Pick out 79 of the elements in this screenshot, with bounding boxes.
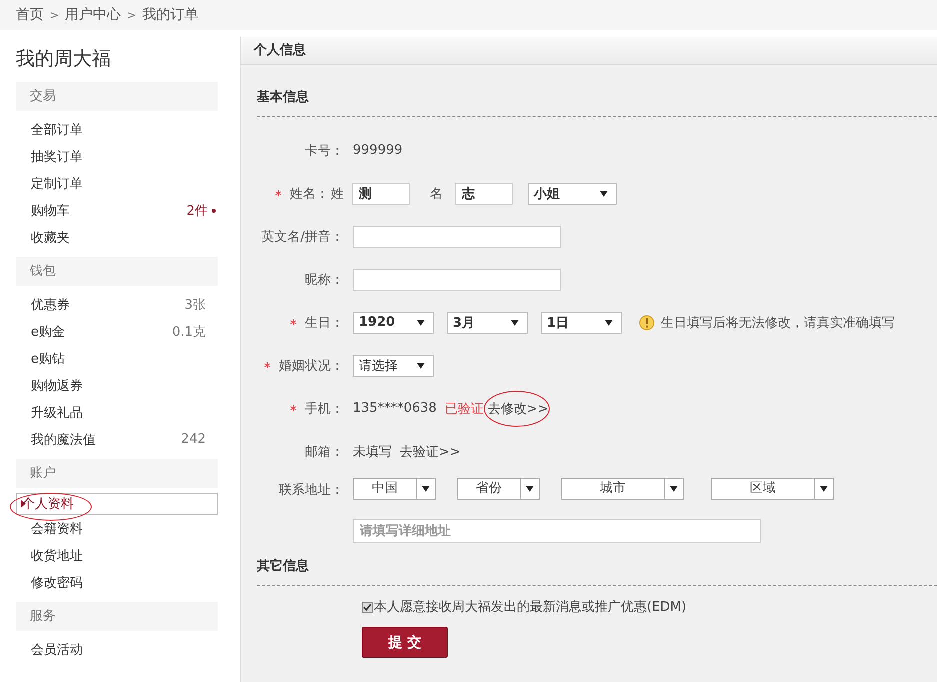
alert-dot-icon — [212, 208, 216, 212]
verify-link[interactable]: 去验证>> — [400, 442, 461, 460]
item-count: 242 — [181, 432, 206, 447]
item-count: 3张 — [184, 296, 206, 314]
breadcrumb-separator: > — [127, 8, 136, 22]
section-heading: 其它信息 — [257, 559, 937, 586]
field-label: 卡号： — [305, 142, 344, 160]
marital-status-select[interactable]: 请选择 — [353, 354, 434, 376]
surname-label: 姓 — [331, 186, 344, 202]
submit-button[interactable]: 提 交 — [362, 627, 448, 658]
item-count: 0.1克 — [172, 324, 206, 340]
change-link[interactable]: 去修改>> — [488, 402, 549, 416]
date-select[interactable]: 3月 — [447, 312, 528, 334]
caret-icon — [417, 320, 425, 326]
breadcrumb-link[interactable]: 用户中心 — [65, 6, 122, 24]
warning-text: 生日填写后将无法修改，请真实准确填写 — [661, 314, 895, 332]
sidebar-item[interactable]: 定制订单 — [16, 170, 218, 197]
caret-icon — [605, 320, 613, 326]
caret-icon — [526, 486, 534, 492]
sidebar-item[interactable]: e购钻 — [16, 345, 218, 372]
breadcrumb-separator: > — [50, 8, 60, 22]
caret-icon — [422, 486, 430, 492]
sidebar-item[interactable]: 抽奖订单 — [16, 143, 218, 170]
sidebar-item[interactable]: 收货地址 — [16, 542, 218, 569]
card-number: 999999 — [353, 143, 403, 158]
selected-triangle-icon — [21, 500, 26, 508]
sidebar-item[interactable]: 升级礼品 — [16, 399, 218, 426]
sidebar-item[interactable]: e购金 0.1克 — [16, 318, 218, 345]
field-label: 姓名： — [290, 186, 329, 202]
caret-icon — [511, 320, 519, 326]
sidebar-group-heading: 钱包 — [16, 257, 218, 286]
sidebar-item[interactable]: 优惠券 3张 — [16, 291, 218, 318]
caret-icon — [417, 362, 425, 368]
section-heading: 基本信息 — [257, 90, 937, 117]
field-label: 英文名/拼音： — [262, 228, 344, 246]
sidebar-group-heading: 交易 — [16, 82, 218, 111]
date-select[interactable]: 1920 — [353, 312, 434, 334]
sidebar-item[interactable]: 全部订单 — [16, 116, 218, 143]
phone-number: 135****0638 — [353, 401, 437, 416]
consent-label: 本人愿意接收周大福发出的最新消息或推广优惠(EDM) — [374, 599, 687, 616]
given-name-label: 名 — [430, 186, 443, 202]
surname-field[interactable]: 测 — [352, 182, 410, 204]
sidebar-title: 我的周大福 — [16, 47, 112, 72]
sidebar-item[interactable]: 购物返券 — [16, 372, 218, 399]
sidebar-item[interactable]: 会籍资料 — [16, 515, 218, 542]
verified-status: 已验证 — [444, 400, 484, 418]
field-label: 联系地址： — [279, 482, 344, 499]
region-select[interactable]: 城市 — [561, 478, 684, 500]
breadcrumb-link[interactable]: 我的订单 — [142, 6, 198, 24]
sidebar-group-heading: 账户 — [16, 459, 218, 488]
field-label: 生日： — [305, 314, 344, 332]
date-select[interactable]: 1日 — [541, 312, 622, 334]
region-select[interactable]: 省份 — [457, 478, 540, 500]
address-field[interactable]: 请填写详细地址 — [353, 519, 761, 543]
sidebar-item[interactable]: 购物车 2件 — [16, 197, 218, 224]
text-field[interactable] — [353, 268, 561, 290]
sidebar-item[interactable]: 会员活动 — [16, 636, 218, 663]
field-label: 昵称： — [305, 272, 344, 288]
salutation-select[interactable]: 小姐 — [528, 182, 617, 204]
given-name-field[interactable]: 志 — [455, 182, 513, 204]
sidebar-item[interactable]: 收藏夹 — [16, 224, 218, 251]
caret-icon — [820, 486, 828, 492]
caret-icon — [670, 486, 678, 492]
sidebar-item[interactable]: 修改密码 — [16, 569, 218, 596]
email-value: 未填写 — [353, 444, 392, 460]
caret-icon — [600, 190, 608, 196]
sidebar-item[interactable]: 我的魔法值 242 — [16, 426, 218, 453]
warning-icon — [639, 314, 655, 330]
field-label: 婚姻状况： — [279, 358, 344, 374]
item-count: 2件 — [186, 202, 208, 220]
text-field[interactable] — [353, 226, 561, 248]
panel-title: 个人信息 — [254, 43, 306, 58]
field-label: 邮箱： — [305, 444, 344, 460]
region-select[interactable]: 区域 — [711, 478, 834, 500]
region-select[interactable]: 中国 — [353, 478, 436, 500]
field-label: 手机： — [305, 400, 344, 418]
consent-checkbox[interactable] — [362, 602, 373, 612]
sidebar-group-heading: 服务 — [16, 602, 218, 631]
breadcrumb-link[interactable]: 首页 — [16, 6, 44, 24]
